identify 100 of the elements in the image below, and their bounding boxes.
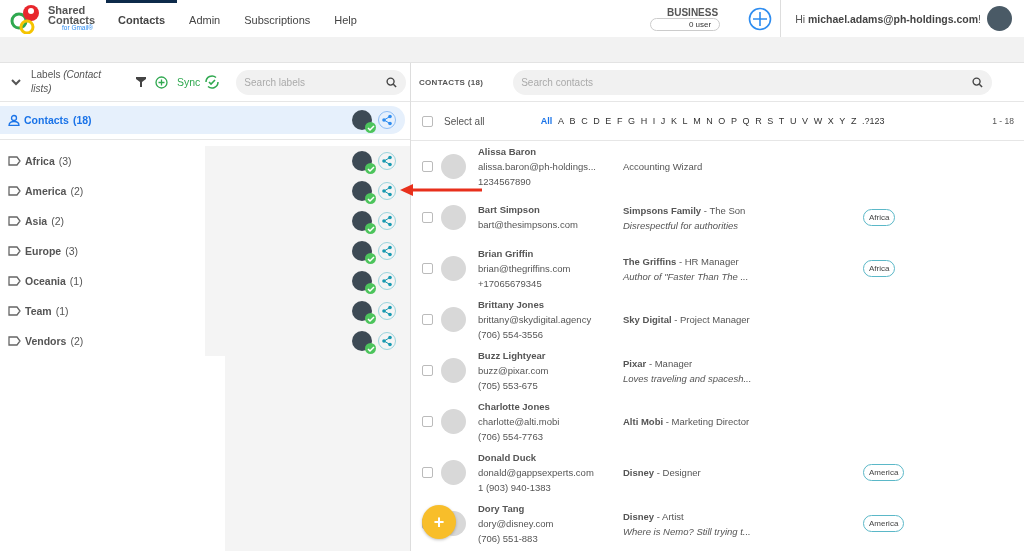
- letter-filter[interactable]: X: [824, 116, 837, 126]
- checkbox[interactable]: [422, 314, 433, 325]
- letter-filter[interactable]: M: [690, 116, 704, 126]
- label-item[interactable]: Oceania (1): [0, 275, 205, 287]
- contact-name[interactable]: Alissa Baron: [478, 144, 623, 159]
- chevron-down-icon[interactable]: [10, 76, 22, 88]
- contact-email: brittany@skydigital.agency: [478, 312, 593, 327]
- contact-email: donald@gappsexperts.com: [478, 465, 595, 480]
- contact-name[interactable]: Dory Tang: [478, 501, 623, 516]
- letter-filter[interactable]: P: [728, 116, 740, 126]
- label-item[interactable]: Africa (3): [0, 155, 205, 167]
- checkbox[interactable]: [422, 467, 433, 478]
- avatar-photo: [441, 358, 466, 383]
- contact-email: brian@thegriffins.com: [478, 261, 572, 276]
- label-item[interactable]: Team (1): [0, 305, 205, 317]
- letter-filter[interactable]: Y: [836, 116, 849, 126]
- letter-filter[interactable]: R: [752, 116, 765, 126]
- company-role: Disney - Artist: [623, 509, 685, 524]
- letter-filter[interactable]: G: [625, 116, 638, 126]
- contact-phone: +17065679345: [478, 276, 543, 291]
- contact-name[interactable]: Brittany Jones: [478, 297, 623, 312]
- label-icon: [8, 276, 21, 286]
- label-item[interactable]: Vendors (2): [0, 335, 205, 347]
- contact-email: charlotte@alti.mobi: [478, 414, 561, 429]
- contact-email: buzz@pixar.com: [478, 363, 550, 378]
- company-role: Pixar - Manager: [623, 356, 694, 371]
- contact-note: Loves traveling and spacesh...: [623, 371, 753, 386]
- avatar-photo: [441, 205, 466, 230]
- search-icon[interactable]: [972, 76, 983, 88]
- letter-filter[interactable]: O: [715, 116, 729, 126]
- sync-icon: [203, 73, 222, 91]
- letter-filter[interactable]: V: [799, 116, 811, 126]
- letter-filter[interactable]: S: [764, 116, 777, 126]
- avatar-photo: [441, 409, 466, 434]
- checkbox[interactable]: [422, 416, 433, 427]
- letter-filter[interactable]: W: [810, 116, 825, 126]
- letter-filter[interactable]: I: [649, 116, 659, 126]
- nav-tab[interactable]: Subscriptions: [232, 0, 323, 37]
- checkbox[interactable]: [422, 212, 433, 223]
- letter-filter[interactable]: B: [566, 116, 579, 126]
- company-role: Simpsons Family - The Son: [623, 203, 747, 218]
- contact-phone: (706) 554-7763: [478, 429, 544, 444]
- avatar-photo: [441, 460, 466, 485]
- contact-name[interactable]: Brian Griffin: [478, 246, 623, 261]
- greeting-text: Hi michael.adams@ph-holdings.com!: [795, 12, 981, 25]
- letter-filter[interactable]: All: [538, 116, 556, 126]
- letter-filter[interactable]: H: [637, 116, 650, 126]
- search-labels-field[interactable]: Search labels: [236, 69, 407, 95]
- search-contacts-field[interactable]: Search contacts: [513, 69, 992, 95]
- contact-note: Author of "Faster Than The ...: [623, 269, 750, 284]
- letter-filter[interactable]: C: [578, 116, 591, 126]
- contact-name[interactable]: Bart Simpson: [478, 203, 623, 217]
- search-icon[interactable]: [386, 76, 398, 88]
- contact-name[interactable]: Charlotte Jones: [478, 399, 623, 414]
- avatar-photo: [441, 256, 466, 281]
- user-avatar[interactable]: [987, 6, 1012, 31]
- avatar-photo: [441, 307, 466, 332]
- contact-name[interactable]: Donald Duck: [478, 450, 623, 465]
- contacts-title: CONTACTS (18): [419, 77, 484, 87]
- contact-note: Where is Nemo? Still trying t...: [623, 524, 752, 539]
- letter-filter[interactable]: A: [555, 116, 567, 126]
- contact-note: Disrespectful for authorities: [623, 218, 740, 233]
- contact-phone: 1234567890: [478, 174, 532, 189]
- add-label-icon[interactable]: [155, 75, 168, 89]
- company-role: Disney - Designer: [623, 466, 702, 480]
- select-all-label: Select all: [444, 115, 486, 127]
- company-role: The Griffins - HR Manager: [623, 254, 740, 269]
- label-item[interactable]: America (2): [0, 185, 205, 197]
- contact-phone: 1 (903) 940-1383: [478, 480, 552, 495]
- letter-filter[interactable]: N: [703, 116, 716, 126]
- person-icon: [8, 114, 20, 126]
- nav-tab[interactable]: Help: [322, 0, 369, 37]
- letter-filter[interactable]: Z: [848, 116, 860, 126]
- letter-filter[interactable]: E: [602, 116, 615, 126]
- letter-filter[interactable]: U: [787, 116, 800, 126]
- letter-filter[interactable]: D: [590, 116, 603, 126]
- filter-icon[interactable]: [136, 77, 146, 87]
- checkbox[interactable]: [422, 115, 433, 127]
- company-role: Alti Mobi - Marketing Director: [623, 415, 751, 429]
- contact-email: dory@disney.com: [478, 516, 555, 531]
- letter-filter[interactable]: L: [679, 116, 691, 126]
- label-item[interactable]: Europe (3): [0, 245, 205, 257]
- label-icon: [8, 216, 21, 226]
- contact-email: alissa.baron@ph-holdings...: [478, 159, 597, 174]
- checkbox[interactable]: [422, 263, 433, 274]
- contact-name[interactable]: Buzz Lightyear: [478, 348, 623, 363]
- contact-email: bart@thesimpsons.com: [478, 218, 579, 232]
- letter-filter[interactable]: F: [614, 116, 626, 126]
- letter-filter[interactable]: J: [658, 116, 669, 126]
- company-role: Accounting Wizard: [623, 160, 704, 174]
- label-item[interactable]: Asia (2): [0, 215, 205, 227]
- letter-filter[interactable]: Q: [739, 116, 753, 126]
- add-icon[interactable]: [748, 6, 773, 31]
- label-icon: [8, 336, 21, 346]
- letter-filter[interactable]: K: [668, 116, 680, 126]
- letter-filter[interactable]: .?123: [859, 116, 888, 126]
- nav-tab[interactable]: Admin: [177, 0, 233, 37]
- letter-filter[interactable]: T: [776, 116, 788, 126]
- checkbox[interactable]: [422, 365, 433, 376]
- checkbox[interactable]: [422, 161, 433, 172]
